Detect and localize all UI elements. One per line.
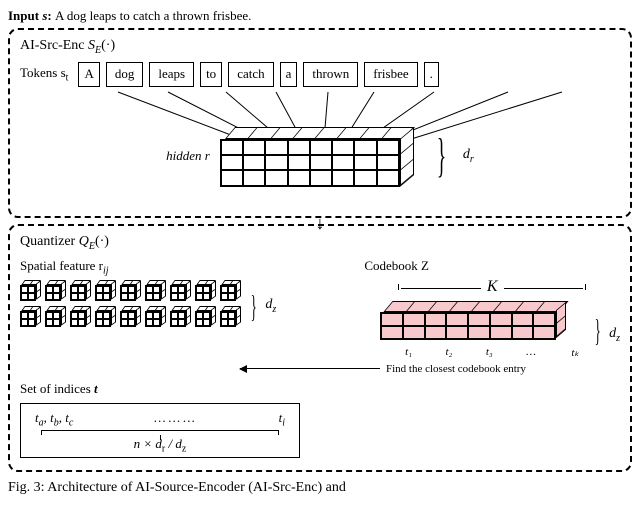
k-label: K	[398, 278, 586, 296]
token: dog	[106, 62, 144, 87]
figure-caption: Fig. 3: Architecture of AI-Source-Encode…	[8, 480, 632, 496]
token: .	[424, 62, 439, 87]
indices-label: Set of indices t	[20, 381, 620, 397]
dz-label: dz	[265, 297, 276, 315]
find-closest-arrow: Find the closest codebook entry	[240, 363, 620, 375]
encoder-title: AI-Src-Enc SE(·)	[20, 38, 620, 56]
token: a	[280, 62, 298, 87]
input-prefix: Input	[8, 8, 42, 23]
hidden-tensor	[220, 125, 420, 187]
quantizer-body: Spatial feature rij	[20, 258, 620, 359]
codebook-tensor	[380, 298, 570, 344]
spatial-cubes: } dz	[20, 280, 352, 332]
token: to	[200, 62, 222, 87]
indices-box: ta, tb, tc ……… ti n × dr / dz	[20, 403, 300, 458]
indices-row: ta, tb, tc ……… ti	[35, 410, 285, 429]
dz-label-codebook: dz	[609, 326, 620, 344]
input-colon: :	[47, 8, 55, 23]
figure: Input s: A dog leaps to catch a thrown f…	[8, 8, 632, 496]
input-sentence: A dog leaps to catch a thrown frisbee.	[55, 8, 251, 23]
indices-count: n × dr / dz	[35, 430, 285, 455]
hidden-tensor-row: hidden r } dr	[20, 125, 620, 187]
tokens-label: Tokens st	[20, 65, 68, 84]
dr-label: dr	[463, 147, 474, 165]
token: frisbee	[364, 62, 417, 87]
quantizer-box: Quantizer QE(·) Spatial feature rij	[8, 224, 632, 472]
quantizer-title: Quantizer QE(·)	[20, 234, 620, 252]
token: A	[78, 62, 99, 87]
codebook-column: Codebook Z K } dz	[364, 258, 620, 359]
tokens-row: Tokens st Adogleapstocatchathrownfrisbee…	[20, 62, 620, 87]
encoder-box: AI-Src-Enc SE(·) Tokens st Adogleapstoca…	[8, 28, 632, 218]
brace-icon: }	[437, 132, 446, 180]
token: thrown	[303, 62, 358, 87]
codebook-label: Codebook Z	[364, 258, 620, 274]
token: catch	[228, 62, 273, 87]
token: leaps	[149, 62, 194, 87]
brace-icon: }	[594, 316, 600, 344]
hidden-label: hidden r	[166, 148, 210, 164]
spatial-column: Spatial feature rij	[20, 258, 352, 333]
input-line: Input s: A dog leaps to catch a thrown f…	[8, 8, 632, 24]
spatial-label: Spatial feature rij	[20, 258, 352, 277]
find-closest-text: Find the closest codebook entry	[386, 363, 526, 375]
codebook-t-labels: t₁ t₂ t₃ … tₖ	[403, 346, 581, 359]
brace-icon: }	[251, 292, 257, 320]
